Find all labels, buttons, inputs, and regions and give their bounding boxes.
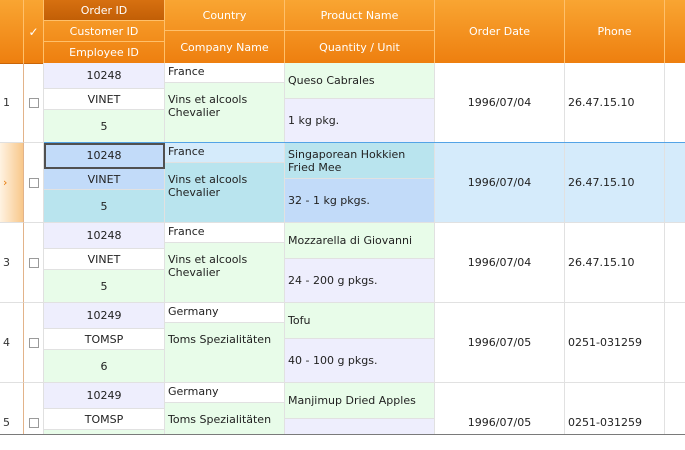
filler-cell	[665, 143, 685, 223]
quantity-unit-cell[interactable]: 1 kg pkg.	[285, 99, 435, 143]
row-indicator[interactable]: ›	[0, 143, 24, 223]
header-country[interactable]: Country	[165, 0, 285, 31]
country-cell[interactable]: France	[165, 143, 285, 163]
phone-cell[interactable]: 26.47.15.10	[565, 223, 665, 303]
filler-cell	[665, 303, 685, 383]
order-date-cell[interactable]: 1996/07/04	[435, 143, 565, 223]
product-name-cell[interactable]: Singaporean Hokkien Fried Mee	[285, 143, 435, 179]
customer-id-cell[interactable]: VINET	[44, 89, 165, 110]
header-customer-id[interactable]: Customer ID	[44, 21, 165, 42]
product-name-cell[interactable]: Queso Cabrales	[285, 63, 435, 99]
employee-id-cell[interactable]: 5	[44, 110, 165, 143]
order-id-cell[interactable]: 10249	[44, 383, 165, 409]
header-order-id[interactable]: Order ID	[44, 0, 165, 21]
checkbox-box[interactable]	[28, 417, 39, 428]
row-checkbox[interactable]	[24, 143, 44, 223]
checkbox-box[interactable]	[28, 177, 39, 188]
header-row-indicator	[0, 0, 24, 63]
company-name-cell[interactable]: Vins et alcools Chevalier	[165, 243, 285, 303]
country-cell[interactable]: Germany	[165, 383, 285, 403]
customer-id-cell[interactable]: VINET	[44, 169, 165, 190]
employee-id-cell[interactable]: 6	[44, 350, 165, 383]
country-cell[interactable]: France	[165, 223, 285, 243]
order-date-cell[interactable]: 1996/07/04	[435, 223, 565, 303]
quantity-unit-cell[interactable]: 32 - 1 kg pkgs.	[285, 179, 435, 223]
quantity-unit-cell[interactable]: 24 - 200 g pkgs.	[285, 259, 435, 303]
order-date-cell[interactable]: 1996/07/05	[435, 303, 565, 383]
product-name-cell[interactable]: Mozzarella di Giovanni	[285, 223, 435, 259]
header-order-date[interactable]: Order Date	[435, 0, 565, 63]
phone-cell[interactable]: 0251-031259	[565, 303, 665, 383]
quantity-unit-cell[interactable]: 40 - 100 g pkgs.	[285, 339, 435, 383]
row-indicator[interactable]: 1	[0, 63, 24, 143]
row-checkbox[interactable]	[24, 63, 44, 143]
checkbox-box[interactable]	[28, 337, 39, 348]
customer-id-cell[interactable]: TOMSP	[44, 329, 165, 350]
order-id-cell[interactable]: 10249	[44, 303, 165, 329]
row-checkbox[interactable]	[24, 303, 44, 383]
filler-cell	[665, 223, 685, 303]
horizontal-scrollbar[interactable]	[0, 434, 685, 450]
header-quantity-unit[interactable]: Quantity / Unit	[285, 31, 435, 63]
row-checkbox[interactable]	[24, 223, 44, 303]
customer-id-cell[interactable]: TOMSP	[44, 409, 165, 430]
header-phone[interactable]: Phone	[565, 0, 665, 63]
row-indicator[interactable]: 3	[0, 223, 24, 303]
header-filler	[665, 0, 685, 63]
employee-id-cell[interactable]: 5	[44, 270, 165, 303]
row-indicator[interactable]: 4	[0, 303, 24, 383]
order-date-cell[interactable]: 1996/07/04	[435, 63, 565, 143]
country-cell[interactable]: Germany	[165, 303, 285, 323]
phone-cell[interactable]: 26.47.15.10	[565, 143, 665, 223]
header-product-name[interactable]: Product Name	[285, 0, 435, 31]
header-company-name[interactable]: Company Name	[165, 31, 285, 63]
customer-id-cell[interactable]: VINET	[44, 249, 165, 270]
country-cell[interactable]: France	[165, 63, 285, 83]
company-name-cell[interactable]: Toms Spezialitäten	[165, 323, 285, 383]
header-employee-id[interactable]: Employee ID	[44, 42, 165, 63]
data-grid: ✓ Order ID Customer ID Employee ID Count…	[0, 0, 685, 450]
company-name-cell[interactable]: Vins et alcools Chevalier	[165, 163, 285, 223]
phone-cell[interactable]: 26.47.15.10	[565, 63, 665, 143]
check-icon: ✓	[28, 24, 39, 39]
order-id-cell[interactable]: 10248	[44, 63, 165, 89]
company-name-cell[interactable]: Vins et alcools Chevalier	[165, 83, 285, 143]
checkbox-box[interactable]	[28, 97, 39, 108]
product-name-cell[interactable]: Tofu	[285, 303, 435, 339]
select-all-checkbox[interactable]: ✓	[24, 0, 44, 63]
checkbox-box[interactable]	[28, 257, 39, 268]
order-id-cell[interactable]: 10248	[44, 143, 165, 169]
filler-cell	[665, 63, 685, 143]
order-id-cell[interactable]: 10248	[44, 223, 165, 249]
grid-header: ✓ Order ID Customer ID Employee ID Count…	[0, 0, 685, 64]
employee-id-cell[interactable]: 5	[44, 190, 165, 223]
product-name-cell[interactable]: Manjimup Dried Apples	[285, 383, 435, 419]
